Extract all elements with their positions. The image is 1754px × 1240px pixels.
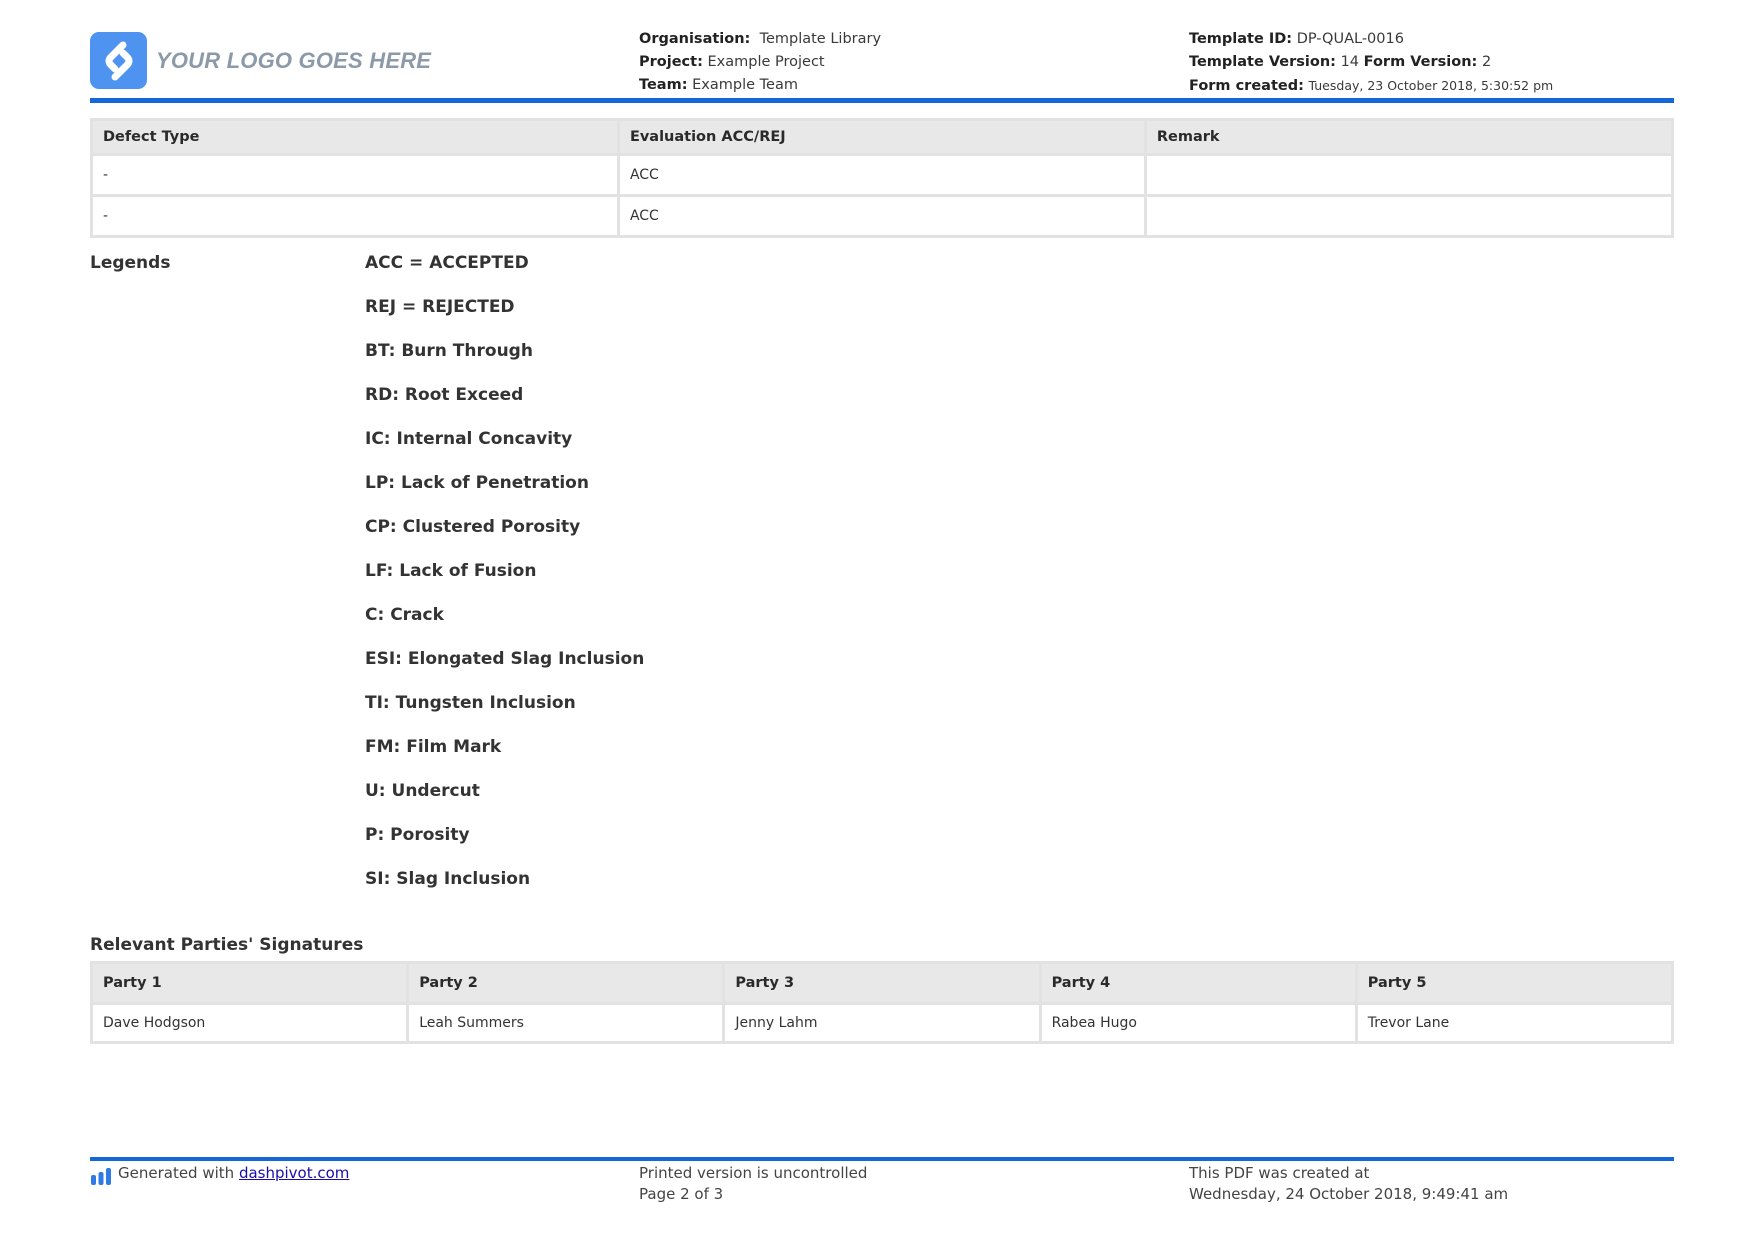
column-header-party-1: Party 1 <box>93 964 407 1002</box>
table-row: Dave Hodgson Leah Summers Jenny Lahm Rab… <box>93 1005 1671 1041</box>
form-created-line: Form created: Tuesday, 23 October 2018, … <box>1189 74 1553 98</box>
team-value: Example Team <box>692 77 798 93</box>
column-header-party-4: Party 4 <box>1041 964 1355 1002</box>
organisation-value: Template Library <box>759 31 882 47</box>
table-row: - ACC <box>93 197 1671 235</box>
project-value: Example Project <box>707 54 825 70</box>
footer-divider <box>90 1157 1674 1161</box>
document-page: YOUR LOGO GOES HERE Organisation: Templa… <box>90 0 1674 1240</box>
column-header-defect-type: Defect Type <box>93 121 617 153</box>
legend-item: P: Porosity <box>365 825 470 845</box>
template-id-value: DP-QUAL-0016 <box>1296 31 1404 47</box>
defect-table-header: Defect Type Evaluation ACC/REJ Remark <box>93 121 1671 153</box>
pdf-created-label: This PDF was created at <box>1189 1164 1370 1182</box>
legend-item: REJ = REJECTED <box>365 297 515 317</box>
party-name-cell: Dave Hodgson <box>93 1005 407 1041</box>
column-header-party-3: Party 3 <box>725 964 1039 1002</box>
legend-item: C: Crack <box>365 605 444 625</box>
header-project-info: Organisation: Template Library Project: … <box>639 28 881 97</box>
template-id-line: Template ID: DP-QUAL-0016 <box>1189 28 1553 51</box>
legend-item: LF: Lack of Fusion <box>365 561 537 581</box>
column-header-remark: Remark <box>1146 121 1671 153</box>
form-created-value: Tuesday, 23 October 2018, 5:30:52 pm <box>1308 78 1554 93</box>
legend-item: BT: Burn Through <box>365 341 533 361</box>
template-version-value: 14 <box>1340 54 1360 70</box>
column-header-party-2: Party 2 <box>409 964 723 1002</box>
signatures-table: Party 1 Party 2 Party 3 Party 4 Party 5 … <box>90 961 1674 1044</box>
legend-item: FM: Film Mark <box>365 737 502 757</box>
header-divider <box>90 98 1674 103</box>
footer-print-info: Printed version is uncontrolled Page 2 o… <box>639 1163 867 1205</box>
evaluation-cell: ACC <box>619 156 1144 194</box>
party-name-cell: Rabea Hugo <box>1041 1005 1355 1041</box>
form-version-label: Form Version: <box>1363 54 1478 70</box>
party-name-cell: Trevor Lane <box>1357 1005 1671 1041</box>
header-template-info: Template ID: DP-QUAL-0016 Template Versi… <box>1189 28 1553 98</box>
defect-type-cell: - <box>93 197 617 235</box>
column-header-party-5: Party 5 <box>1357 964 1671 1002</box>
version-line: Template Version: 14 Form Version: 2 <box>1189 51 1553 74</box>
project-line: Project: Example Project <box>639 51 881 74</box>
form-created-label: Form created: <box>1189 78 1304 94</box>
legend-item: ACC = ACCEPTED <box>365 253 529 273</box>
company-logo: YOUR LOGO GOES HERE <box>90 32 431 89</box>
legend-item: CP: Clustered Porosity <box>365 517 581 537</box>
legend-item: IC: Internal Concavity <box>365 429 573 449</box>
legend-list: ACC = ACCEPTED REJ = REJECTED BT: Burn T… <box>365 253 644 913</box>
logo-icon <box>90 32 147 89</box>
logo-text: YOUR LOGO GOES HERE <box>156 47 432 73</box>
legend-item: SI: Slag Inclusion <box>365 869 531 889</box>
remark-cell <box>1146 156 1671 194</box>
team-line: Team: Example Team <box>639 74 881 97</box>
project-label: Project: <box>639 54 703 70</box>
pdf-created-timestamp: Wednesday, 24 October 2018, 9:49:41 am <box>1189 1185 1509 1203</box>
team-label: Team: <box>639 77 688 93</box>
organisation-label: Organisation: <box>639 31 751 47</box>
page-number: Page 2 of 3 <box>639 1185 724 1203</box>
party-name-cell: Leah Summers <box>409 1005 723 1041</box>
footer-generated: Generated with dashpivot.com <box>90 1163 349 1191</box>
defect-type-cell: - <box>93 156 617 194</box>
party-name-cell: Jenny Lahm <box>725 1005 1039 1041</box>
signatures-table-header: Party 1 Party 2 Party 3 Party 4 Party 5 <box>93 964 1671 1002</box>
form-version-value: 2 <box>1481 54 1492 70</box>
organisation-line: Organisation: Template Library <box>639 28 881 51</box>
page-header: YOUR LOGO GOES HERE Organisation: Templa… <box>90 26 1674 98</box>
table-row: - ACC <box>93 156 1671 194</box>
dashpivot-link[interactable]: dashpivot.com <box>239 1163 349 1184</box>
legend-item: ESI: Elongated Slag Inclusion <box>365 649 645 669</box>
legend-item: TI: Tungsten Inclusion <box>365 693 576 713</box>
remark-cell <box>1146 197 1671 235</box>
legend-item: RD: Root Exceed <box>365 385 524 405</box>
legend-item: LP: Lack of Penetration <box>365 473 589 493</box>
column-header-evaluation: Evaluation ACC/REJ <box>619 121 1144 153</box>
template-id-label: Template ID: <box>1189 31 1293 47</box>
generated-prefix: Generated with <box>118 1164 235 1182</box>
footer-created-info: This PDF was created at Wednesday, 24 Oc… <box>1189 1163 1508 1205</box>
template-version-label: Template Version: <box>1189 54 1336 70</box>
legends-label: Legends <box>90 253 171 273</box>
signatures-heading: Relevant Parties' Signatures <box>90 935 364 955</box>
uncontrolled-notice: Printed version is uncontrolled <box>639 1164 868 1182</box>
legend-item: U: Undercut <box>365 781 480 801</box>
evaluation-cell: ACC <box>619 197 1144 235</box>
dashpivot-bars-icon <box>90 1167 112 1191</box>
defect-table: Defect Type Evaluation ACC/REJ Remark - … <box>90 118 1674 238</box>
